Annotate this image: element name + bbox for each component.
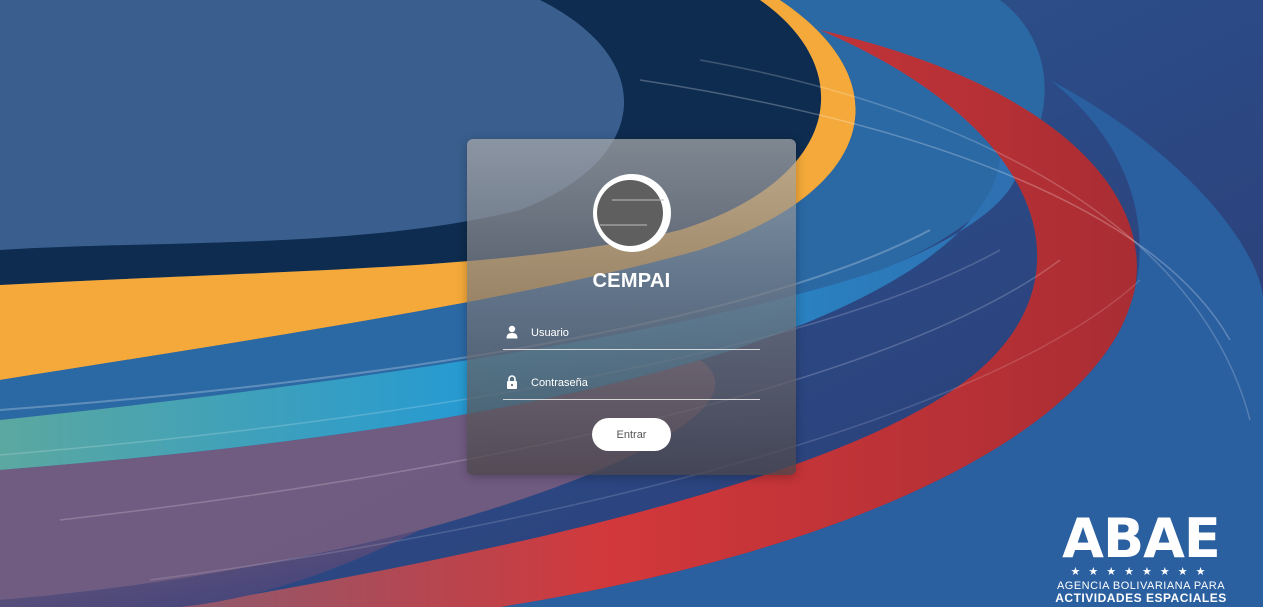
abae-tagline-2: ACTIVIDADES ESPACIALES (1055, 591, 1227, 605)
submit-button[interactable]: Entrar (592, 418, 671, 451)
abae-logo: ABAE ★★★★★★★★ AGENCIA BOLIVARIANA PARA A… (1036, 512, 1246, 607)
password-field[interactable] (503, 369, 760, 400)
password-input[interactable] (529, 372, 758, 394)
lock-icon (507, 375, 517, 389)
user-icon (506, 325, 518, 339)
app-title: CEMPAI (592, 270, 671, 292)
abae-brand: ABAE (1062, 507, 1221, 570)
username-field[interactable] (503, 319, 760, 350)
abae-stars: ★★★★★★★★ (1070, 566, 1214, 578)
username-input[interactable] (529, 322, 758, 344)
app-logo-icon (593, 174, 671, 252)
login-card: CEMPAI Entrar (467, 139, 796, 475)
